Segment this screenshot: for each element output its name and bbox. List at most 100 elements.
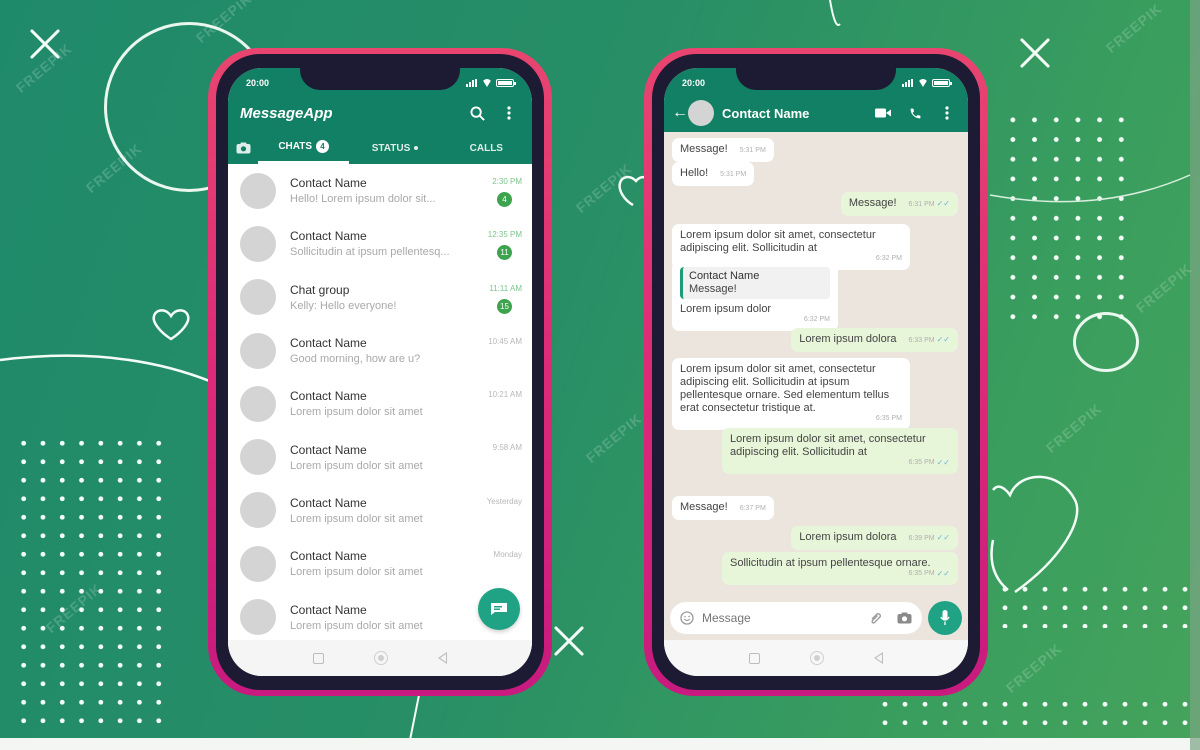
home-button[interactable] [810,651,824,665]
outgoing-message[interactable]: Sollicitudin at ipsum pellentesque ornar… [722,552,958,585]
curve-line [989,174,1191,203]
message-thread[interactable]: Message! 5:31 PM Hello! 5:31 PM Message! 6:31… [664,132,968,602]
chat-preview: Lorem ipsum dolor sit amet [290,619,423,632]
message-time: 5:31 PM [720,171,747,178]
chat-preview: Sollicitudin at ipsum pellentesq... [290,246,450,259]
outgoing-message[interactable]: Lorem ipsum dolor sit amet, consectetur … [722,428,958,474]
contact-avatar[interactable] [688,100,714,126]
message-time: 6:32 PM [803,316,830,323]
wifi-icon [482,79,492,87]
tab-status-label: STATUS [371,142,411,154]
chat-preview: Lorem ipsum dolor sit amet [290,512,423,525]
message-time: 6:33 PM [908,337,935,344]
more-options-button[interactable] [498,102,520,124]
camera-icon [236,142,250,154]
chat-preview: Kelly: Hello everyone! [290,299,397,312]
message-text: Message! [848,197,897,209]
tab-chats[interactable]: CHATS 4 [258,132,350,164]
incoming-message[interactable]: Hello! 5:31 PM [672,162,755,186]
paperclip-icon[interactable] [869,611,883,625]
new-chat-button[interactable] [478,588,520,630]
quoted-text: Message! [689,283,737,295]
chat-time: 2:30 PM [492,177,522,186]
chat-list-item[interactable]: Contact Name Hello! Lorem ipsum dolor si… [228,164,532,217]
contact-avatar [240,279,276,316]
message-text: Hello! [680,167,709,179]
status-time: 20:00 [246,78,270,88]
curve-line [829,0,841,26]
tab-calls[interactable]: CALLS [441,132,532,164]
chat-name: Chat group [290,282,350,297]
heart-icon [990,475,1079,594]
voice-call-button[interactable] [904,102,926,124]
recents-button[interactable] [749,652,760,664]
camera-icon[interactable] [897,612,912,624]
tab-camera[interactable] [228,132,258,164]
message-text: Lorem ipsum dolor sit amet, consectetur … [680,363,890,414]
chat-name: Contact Name [290,176,367,191]
message-time: 5:31 PM [739,147,766,154]
chat-name: Contact Name [290,602,367,617]
emoji-icon[interactable] [680,611,694,625]
quoted-message[interactable]: Contact Name Message! [680,267,830,299]
home-button[interactable] [374,651,388,665]
chat-list: Contact Name Hello! Lorem ipsum dolor si… [228,164,532,644]
contact-name[interactable]: Contact Name [722,106,862,121]
message-input[interactable] [702,611,869,625]
back-button[interactable] [438,652,447,664]
chat-list-screen: 20:00 MessageApp CHATS 4 STATUS CALLS Co… [228,68,532,676]
system-nav-bar [228,640,532,676]
message-time: 6:32 PM [875,255,902,262]
chat-time: 10:21 AM [488,390,522,400]
line-decorations [0,0,1191,741]
outgoing-message[interactable]: Lorem ipsum dolora 6:39 PM ✓✓ [791,526,958,550]
chat-time: 9:58 AM [492,443,522,453]
signal-icon [902,79,914,87]
chat-time: 10:45 AM [488,336,522,346]
contact-avatar [240,439,276,476]
unread-count-badge: 11 [497,245,512,261]
message-text: Message! [680,143,728,155]
back-button[interactable] [874,652,883,664]
curve-line [409,689,421,741]
chat-list-item[interactable]: Chat group Kelly: Hello everyone! 11:11 … [228,271,532,324]
contact-avatar [240,545,276,582]
chat-list-item[interactable]: Contact Name Lorem ipsum dolor sit amet … [228,430,532,483]
outgoing-message[interactable]: Lorem ipsum dolora 6:33 PM ✓✓ [791,328,958,352]
phone-icon [910,108,920,118]
contact-avatar [240,492,276,529]
chat-list-item[interactable]: Contact Name Lorem ipsum dolor sit amet … [228,484,532,537]
incoming-message[interactable]: Message! 5:31 PM [672,138,774,162]
chat-preview: Lorem ipsum dolor sit amet [290,406,423,419]
tab-bar: CHATS 4 STATUS CALLS [228,132,532,164]
chat-preview: Good morning, how are u? [290,353,421,366]
outgoing-message[interactable]: Message! 6:31 PM ✓✓ [840,192,958,216]
conversation-screen: 20:00 ← Contact Name Message! 5:31 PM He… [664,68,968,676]
tab-status[interactable]: STATUS [349,132,440,164]
message-text: Lorem ipsum dolora [799,531,897,543]
incoming-message[interactable]: Contact Name Message! Lorem ipsum dolor 6:… [672,262,838,331]
incoming-message[interactable]: Message! 6:37 PM [672,496,774,520]
chat-list-item[interactable]: Contact Name Lorem ipsum dolor sit amet … [228,537,532,590]
phone-notch [736,68,896,90]
contact-avatar [240,172,276,209]
more-options-button[interactable] [936,102,958,124]
curve-line [0,354,213,384]
microphone-icon [940,610,950,625]
chat-time: 11:11 AM [489,283,522,293]
chat-name: Contact Name [290,389,367,404]
chat-list-item[interactable]: Contact Name Sollicitudin at ipsum pelle… [228,217,532,270]
chat-time: 12:35 PM [487,230,522,240]
video-call-button[interactable] [872,102,894,124]
search-button[interactable] [466,102,488,124]
video-camera-icon [875,108,891,118]
voice-record-button[interactable] [928,601,962,635]
recents-button[interactable] [313,652,324,664]
chat-list-item[interactable]: Contact Name Lorem ipsum dolor sit amet … [228,377,532,430]
message-composer [670,601,962,635]
chat-list-item[interactable]: Contact Name Good morning, how are u? 10… [228,324,532,377]
tab-chats-label: CHATS [278,141,313,152]
message-input-pill [670,602,922,634]
incoming-message[interactable]: Lorem ipsum dolor sit amet, consectetur … [672,358,910,430]
back-arrow-icon[interactable]: ← [672,104,688,122]
